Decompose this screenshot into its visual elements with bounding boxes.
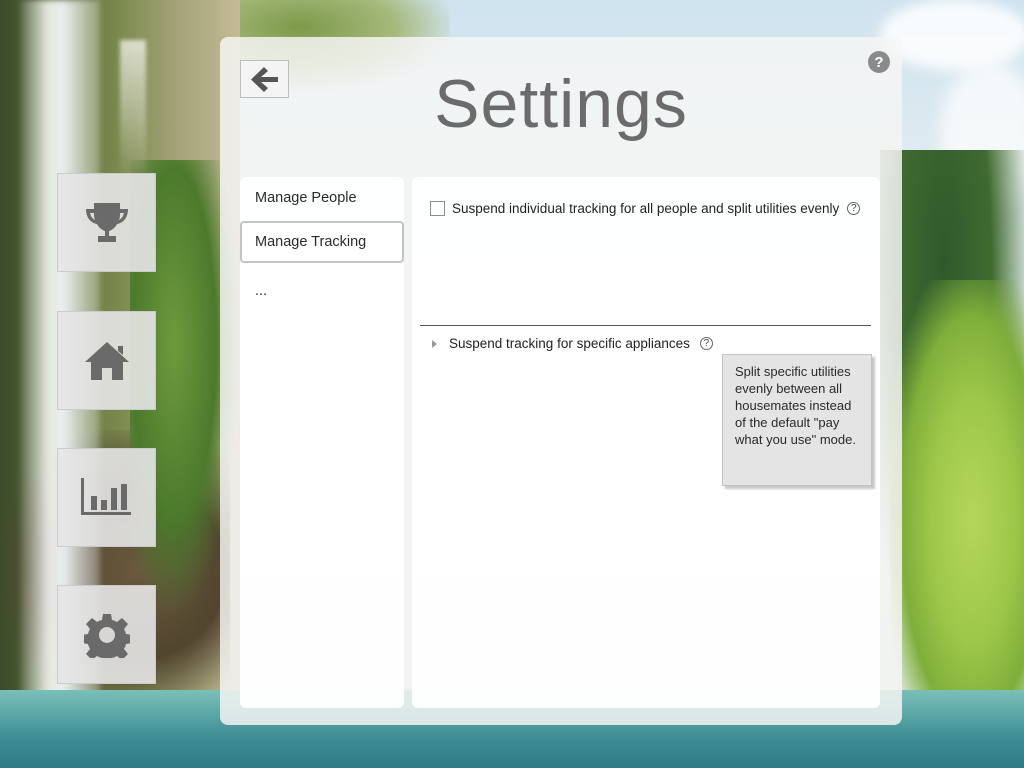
help-icon-suspend-all[interactable]: ? — [847, 202, 861, 215]
tracking-settings: Suspend individual tracking for all peop… — [412, 177, 880, 708]
trophy-icon — [85, 202, 128, 242]
gear-icon — [83, 613, 130, 658]
menu-item-manage-tracking[interactable]: Manage Tracking — [240, 221, 404, 263]
page-title: Settings — [434, 66, 688, 142]
home-icon — [84, 341, 129, 380]
help-icon-suspend-specific[interactable]: ? — [699, 337, 713, 350]
suspend-specific-label: Suspend tracking for specific appliances — [449, 336, 690, 351]
nav-trophy-button[interactable] — [57, 173, 156, 272]
divider — [420, 325, 871, 326]
settings-panel: ? Settings Manage People Manage Tracking… — [220, 37, 902, 725]
menu-item-manage-people[interactable]: Manage People — [240, 177, 404, 219]
expand-triangle-icon[interactable] — [432, 339, 437, 348]
tooltip: Split specific utilities evenly between … — [722, 354, 872, 486]
suspend-all-row: Suspend individual tracking for all peop… — [430, 201, 861, 216]
nav-home-button[interactable] — [57, 311, 156, 410]
suspend-all-label: Suspend individual tracking for all peop… — [452, 201, 840, 216]
menu-item-more[interactable]: ... — [240, 270, 404, 312]
bar-chart-icon — [80, 477, 131, 515]
suspend-all-checkbox[interactable] — [430, 201, 445, 216]
suspend-specific-row[interactable]: Suspend tracking for specific appliances… — [432, 336, 713, 351]
settings-menu: Manage People Manage Tracking ... — [240, 177, 404, 708]
nav-stats-button[interactable] — [57, 448, 156, 547]
nav-settings-button[interactable] — [57, 585, 156, 684]
